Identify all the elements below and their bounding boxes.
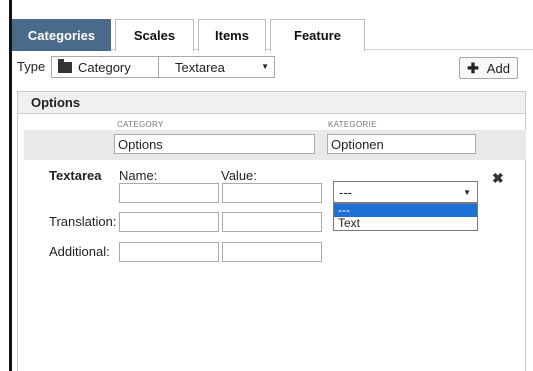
value-input[interactable]: [222, 183, 322, 203]
category-name-field[interactable]: Options: [114, 134, 315, 154]
value-label: Value:: [221, 168, 257, 183]
type-dropdown[interactable]: --- ▼: [333, 181, 478, 203]
type-label: Type: [17, 59, 46, 74]
translation-name-input[interactable]: [119, 212, 219, 232]
folder-icon: [58, 58, 72, 73]
tab-bar: Categories Scales Items Feature: [12, 17, 533, 51]
dropdown-option[interactable]: Text: [334, 217, 477, 230]
textarea-label: Textarea: [49, 168, 102, 183]
type-select[interactable]: Textarea ▼: [158, 56, 275, 78]
name-input[interactable]: [119, 183, 219, 203]
tab-scales[interactable]: Scales: [115, 19, 194, 51]
tab-categories[interactable]: Categories: [12, 19, 111, 51]
tab-items[interactable]: Items: [198, 19, 266, 51]
options-panel-title: Options: [18, 92, 525, 114]
category-button-label: Category: [78, 59, 131, 75]
additional-label: Additional:: [49, 244, 110, 259]
add-button-label: Add: [486, 60, 510, 76]
tab-feature[interactable]: Feature: [270, 19, 365, 51]
name-label: Name:: [119, 168, 158, 183]
type-select-value: Textarea: [175, 59, 225, 75]
kategorie-name-field[interactable]: Optionen: [327, 134, 476, 154]
category-column-header: CATEGORY: [117, 120, 164, 129]
kategorie-column-header: KATEGORIE: [328, 120, 377, 129]
type-dropdown-value: ---: [339, 184, 352, 200]
close-icon[interactable]: ✖: [492, 170, 504, 187]
additional-name-input[interactable]: [119, 242, 219, 262]
type-row: Type Category Textarea ▼ ✚ Add: [17, 56, 518, 79]
caret-down-icon: ▼: [463, 188, 471, 197]
category-button[interactable]: Category: [51, 56, 161, 78]
translation-value-input[interactable]: [222, 212, 322, 232]
additional-value-input[interactable]: [222, 242, 322, 262]
window-border: [9, 0, 12, 371]
caret-down-icon: ▼: [261, 62, 269, 71]
add-button[interactable]: ✚ Add: [459, 57, 518, 79]
plus-icon: ✚: [467, 59, 479, 76]
translation-label: Translation:: [49, 214, 117, 229]
type-dropdown-list: --- Text: [333, 203, 478, 231]
